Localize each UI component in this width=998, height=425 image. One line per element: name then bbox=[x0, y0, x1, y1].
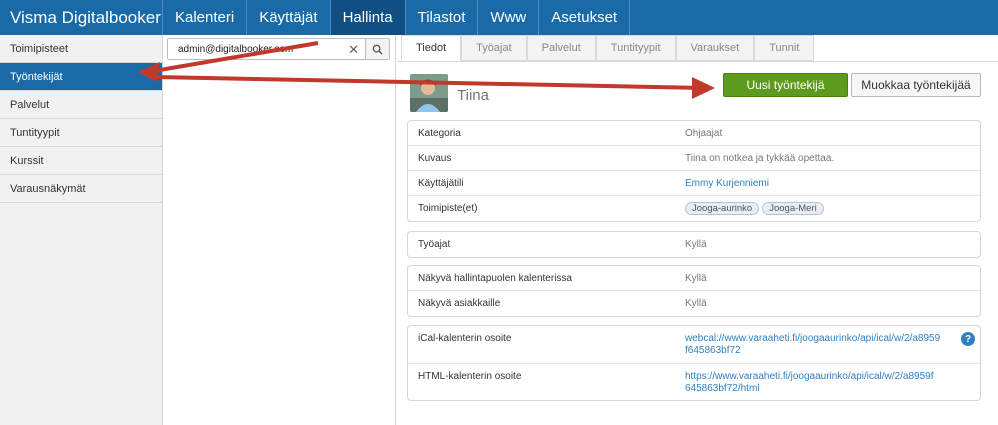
tab-varaukset[interactable]: Varaukset bbox=[675, 35, 755, 61]
html-calendar-link[interactable]: https://www.varaaheti.fi/joogaaurinko/ap… bbox=[685, 371, 980, 395]
row-kategoria: Kategoria Ohjaajat bbox=[408, 121, 980, 146]
new-employee-button[interactable]: Uusi työntekijä bbox=[723, 73, 848, 97]
help-icon[interactable]: ? bbox=[961, 332, 975, 346]
edit-employee-button[interactable]: Muokkaa työntekijää bbox=[851, 73, 981, 97]
brand-logo[interactable]: Visma Digitalbooker bbox=[0, 0, 163, 35]
tab-tunnit[interactable]: Tunnit bbox=[754, 35, 815, 61]
row-toimipisteet: Toimipiste(et) Jooga-aurinko Jooga-Meri bbox=[408, 196, 980, 221]
nav-tilastot[interactable]: Tilastot bbox=[406, 0, 479, 35]
sidebar-item-tuntityypit[interactable]: Tuntityypit bbox=[0, 119, 162, 147]
sidebar-item-varausnakymat[interactable]: Varausnäkymät bbox=[0, 175, 162, 203]
search-icon bbox=[372, 44, 383, 55]
sidebar-item-toimipisteet[interactable]: Toimipisteet bbox=[0, 35, 162, 63]
row-html-calendar: HTML-kalenterin osoite https://www.varaa… bbox=[408, 364, 980, 401]
avatar bbox=[410, 74, 448, 112]
search-button[interactable] bbox=[366, 38, 390, 60]
nav-kayttajat[interactable]: Käyttäjät bbox=[247, 0, 331, 35]
row-kuvaus: Kuvaus Tiina on notkea ja tykkää opettaa… bbox=[408, 146, 980, 171]
location-tag[interactable]: Jooga-aurinko bbox=[685, 202, 760, 215]
clear-icon[interactable]: ✕ bbox=[348, 42, 359, 58]
tab-divider bbox=[397, 61, 998, 62]
row-tyoajat: Työajat Kyllä bbox=[418, 239, 707, 250]
sidebar-item-tyontekijat[interactable]: Työntekijät bbox=[0, 63, 162, 91]
nav-hallinta[interactable]: Hallinta bbox=[330, 0, 406, 35]
search-input[interactable]: admin@digitalbooker.com ✕ bbox=[167, 38, 366, 60]
nav-kalenteri[interactable]: Kalenteri bbox=[163, 0, 248, 35]
top-navigation: Visma Digitalbooker Kalenteri Käyttäjät … bbox=[0, 0, 998, 35]
nav-asetukset[interactable]: Asetukset bbox=[539, 0, 631, 35]
details-panel: Kategoria Ohjaajat Kuvaus Tiina on notke… bbox=[407, 120, 981, 222]
employee-list-panel: admin@digitalbooker.com ✕ bbox=[163, 35, 396, 425]
search-bar: admin@digitalbooker.com ✕ bbox=[167, 38, 390, 60]
working-hours-panel: Työajat Kyllä bbox=[407, 231, 981, 258]
detail-tabs: Tiedot Työajat Palvelut Tuntityypit Vara… bbox=[401, 35, 815, 62]
location-tag[interactable]: Jooga-Meri bbox=[762, 202, 824, 215]
calendar-links-panel: iCal-kalenterin osoite webcal://www.vara… bbox=[407, 325, 981, 401]
sidebar-item-kurssit[interactable]: Kurssit bbox=[0, 147, 162, 175]
tab-tuntityypit[interactable]: Tuntityypit bbox=[595, 35, 676, 61]
row-ical: iCal-kalenterin osoite webcal://www.vara… bbox=[408, 326, 980, 364]
tab-palvelut[interactable]: Palvelut bbox=[526, 35, 596, 61]
row-customer-visible: Näkyvä asiakkaille Kyllä bbox=[418, 298, 707, 309]
search-value: admin@digitalbooker.com bbox=[178, 43, 294, 55]
visibility-panel: Näkyvä hallintapuolen kalenterissa Kyllä… bbox=[407, 265, 981, 317]
nav-www[interactable]: Www bbox=[478, 0, 540, 35]
sidebar-item-palvelut[interactable]: Palvelut bbox=[0, 91, 162, 119]
employee-name: Tiina bbox=[457, 87, 489, 104]
tab-tyoajat[interactable]: Työajat bbox=[461, 35, 527, 61]
user-account-link[interactable]: Emmy Kurjenniemi bbox=[685, 178, 980, 189]
employee-detail: Tiedot Työajat Palvelut Tuntityypit Vara… bbox=[397, 35, 998, 425]
row-hallinta-visible: Näkyvä hallintapuolen kalenterissa Kyllä bbox=[408, 266, 980, 291]
sidebar: Toimipisteet Työntekijät Palvelut Tuntit… bbox=[0, 35, 163, 425]
row-kayttajatili: Käyttäjätili Emmy Kurjenniemi bbox=[408, 171, 980, 196]
ical-link[interactable]: webcal://www.varaaheti.fi/joogaaurinko/a… bbox=[685, 333, 980, 357]
tab-tiedot[interactable]: Tiedot bbox=[401, 35, 462, 61]
